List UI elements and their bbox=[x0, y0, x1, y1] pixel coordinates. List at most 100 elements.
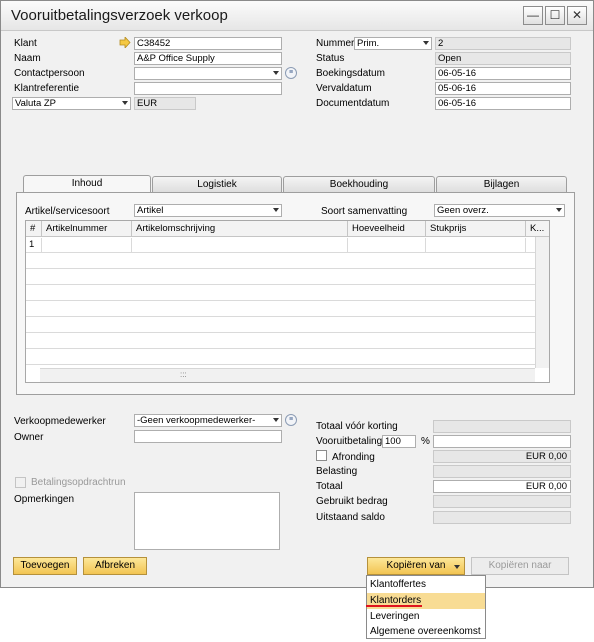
toevoegen-button[interactable]: Toevoegen bbox=[13, 557, 77, 575]
annotation-underline bbox=[366, 605, 422, 607]
valuta-select[interactable]: Valuta ZP bbox=[12, 97, 131, 110]
chevron-down-icon bbox=[454, 565, 460, 569]
vervaldatum-label: Vervaldatum bbox=[316, 83, 372, 94]
verkoopmedewerker-select[interactable]: -Geen verkoopmedewerker- bbox=[134, 414, 282, 427]
klant-label: Klant bbox=[14, 38, 37, 49]
title-bar: Vooruitbetalingsverzoek verkoop — ☐ ✕ bbox=[1, 1, 593, 31]
soort-samenvatting-value: Geen overz. bbox=[437, 205, 489, 216]
col-header-artikelomschrijving[interactable]: Artikelomschrijving bbox=[132, 221, 348, 237]
chevron-down-icon bbox=[273, 418, 279, 422]
list-icon[interactable]: ≡ bbox=[285, 414, 297, 426]
kopieren-van-label: Kopiëren van bbox=[386, 560, 446, 571]
valuta-field: EUR bbox=[134, 97, 196, 110]
documentdatum-field[interactable]: 06-05-16 bbox=[435, 97, 571, 110]
kopieren-van-button[interactable]: Kopiëren van bbox=[367, 557, 465, 575]
boekingsdatum-field[interactable]: 06-05-16 bbox=[435, 67, 571, 80]
soort-samenvatting-select[interactable]: Geen overz. bbox=[434, 204, 565, 217]
gebruikt-bedrag-field bbox=[433, 495, 571, 508]
vooruitbetaling-amount-field[interactable] bbox=[433, 435, 571, 448]
minimize-button[interactable]: — bbox=[523, 6, 543, 25]
col-header-korting[interactable]: K... bbox=[526, 221, 549, 237]
totaal-voor-korting-label: Totaal vóór korting bbox=[316, 421, 398, 432]
close-button[interactable]: ✕ bbox=[567, 6, 587, 25]
totaal-voor-korting-field bbox=[433, 420, 571, 433]
tab-boekhouding[interactable]: Boekhouding bbox=[283, 176, 435, 192]
cell-artikelnummer[interactable] bbox=[42, 238, 132, 253]
gebruikt-bedrag-label: Gebruikt bedrag bbox=[316, 496, 388, 507]
uitstaand-saldo-label: Uitstaand saldo bbox=[316, 512, 385, 523]
chevron-down-icon bbox=[423, 41, 429, 45]
artikel-servicesoort-value: Artikel bbox=[137, 205, 164, 216]
document-window: Vooruitbetalingsverzoek verkoop — ☐ ✕ Kl… bbox=[0, 0, 594, 588]
soort-samenvatting-label: Soort samenvatting bbox=[321, 206, 408, 217]
vooruitbetaling-label: Vooruitbetaling bbox=[316, 436, 383, 447]
belasting-field bbox=[433, 465, 571, 478]
table-row[interactable]: 1 0 bbox=[26, 238, 549, 253]
klantreferentie-field[interactable] bbox=[134, 82, 282, 95]
chevron-down-icon bbox=[122, 101, 128, 105]
cell-stukprijs[interactable] bbox=[426, 238, 526, 253]
scrollbar-grip[interactable]: ::: bbox=[180, 370, 187, 379]
contactpersoon-label: Contactpersoon bbox=[14, 68, 85, 79]
menu-item-klantoffertes[interactable]: Klantoffertes bbox=[367, 577, 485, 593]
table-row[interactable] bbox=[26, 318, 549, 333]
totaal-field[interactable]: EUR 0,00 bbox=[433, 480, 571, 493]
col-header-num[interactable]: # bbox=[26, 221, 42, 237]
naam-field[interactable]: A&P Office Supply bbox=[134, 52, 282, 65]
horizontal-scrollbar[interactable]: ::: bbox=[40, 368, 535, 382]
menu-item-leveringen[interactable]: Leveringen bbox=[367, 609, 485, 625]
table-row[interactable] bbox=[26, 286, 549, 301]
vertical-scrollbar[interactable] bbox=[535, 237, 549, 368]
afbreken-button[interactable]: Afbreken bbox=[83, 557, 147, 575]
table-row[interactable] bbox=[26, 254, 549, 269]
percent-symbol: % bbox=[421, 436, 430, 447]
totaal-label: Totaal bbox=[316, 481, 343, 492]
table-row[interactable] bbox=[26, 270, 549, 285]
table-row[interactable] bbox=[26, 302, 549, 317]
col-header-hoeveelheid[interactable]: Hoeveelheid bbox=[348, 221, 426, 237]
nummer-field: 2 bbox=[435, 37, 571, 50]
tab-bijlagen[interactable]: Bijlagen bbox=[436, 176, 567, 192]
row-number: 1 bbox=[26, 238, 42, 253]
cell-hoeveelheid[interactable] bbox=[348, 238, 426, 253]
betalingsopdrachtrun-checkbox bbox=[15, 477, 26, 488]
documentdatum-label: Documentdatum bbox=[316, 98, 390, 109]
link-arrow-icon[interactable] bbox=[119, 35, 131, 50]
table-row[interactable] bbox=[26, 350, 549, 365]
vooruitbetaling-percent-field[interactable]: 100 bbox=[382, 435, 416, 448]
status-field: Open bbox=[435, 52, 571, 65]
verkoopmedewerker-value: -Geen verkoopmedewerker- bbox=[137, 415, 256, 426]
menu-item-algemene-overeenkomst[interactable]: Algemene overeenkomst bbox=[367, 624, 485, 640]
contactpersoon-select[interactable] bbox=[134, 67, 282, 80]
owner-field[interactable] bbox=[134, 430, 282, 443]
nummer-label: Nummer bbox=[316, 38, 355, 49]
status-label: Status bbox=[316, 53, 345, 64]
artikel-servicesoort-select[interactable]: Artikel bbox=[134, 204, 282, 217]
afronding-checkbox[interactable] bbox=[316, 450, 327, 461]
nummer-series-select[interactable]: Prim. bbox=[354, 37, 432, 50]
table-row[interactable] bbox=[26, 334, 549, 349]
line-items-grid: # Artikelnummer Artikelomschrijving Hoev… bbox=[25, 220, 550, 383]
afronding-label: Afronding bbox=[332, 452, 375, 463]
boekingsdatum-label: Boekingsdatum bbox=[316, 68, 385, 79]
vervaldatum-field[interactable]: 05-06-16 bbox=[435, 82, 571, 95]
cell-artikelomschrijving[interactable] bbox=[132, 238, 348, 253]
grid-header: # Artikelnummer Artikelomschrijving Hoev… bbox=[26, 221, 549, 237]
chevron-down-icon bbox=[273, 71, 279, 75]
belasting-label: Belasting bbox=[316, 466, 358, 477]
list-icon[interactable]: ≡ bbox=[285, 67, 297, 79]
col-header-stukprijs[interactable]: Stukprijs bbox=[426, 221, 526, 237]
tab-inhoud[interactable]: Inhoud bbox=[23, 175, 151, 192]
window-title: Vooruitbetalingsverzoek verkoop bbox=[11, 7, 228, 24]
maximize-button[interactable]: ☐ bbox=[545, 6, 565, 25]
uitstaand-saldo-field bbox=[433, 511, 571, 524]
naam-label: Naam bbox=[14, 53, 41, 64]
betalingsopdrachtrun-label: Betalingsopdrachtrun bbox=[31, 477, 126, 488]
opmerkingen-textarea[interactable] bbox=[134, 492, 280, 550]
valuta-label: Valuta ZP bbox=[15, 98, 57, 109]
chevron-down-icon bbox=[556, 208, 562, 212]
tab-logistiek[interactable]: Logistiek bbox=[152, 176, 282, 192]
kopieren-van-menu: Klantoffertes Klantorders Leveringen Alg… bbox=[366, 575, 486, 639]
klant-field[interactable]: C38452 bbox=[134, 37, 282, 50]
col-header-artikelnummer[interactable]: Artikelnummer bbox=[42, 221, 132, 237]
